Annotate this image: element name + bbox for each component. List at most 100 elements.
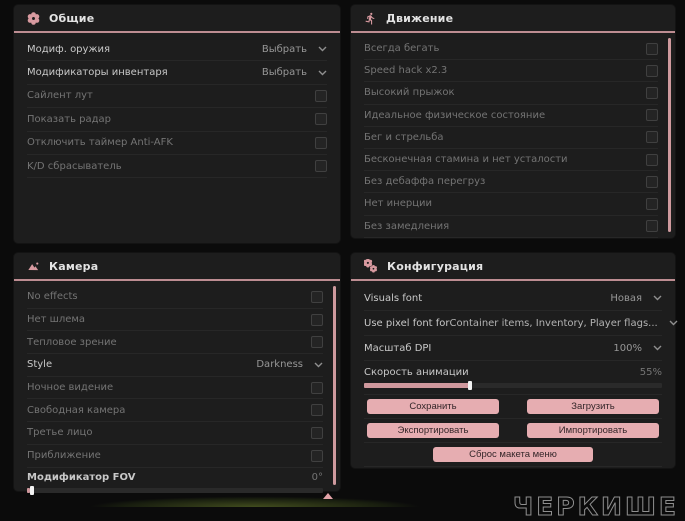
row-weapon-modifier[interactable]: Модиф. оружия Выбрать <box>27 38 327 62</box>
panel-title: Движение <box>386 11 454 25</box>
row-label: Ночное видение <box>27 382 114 394</box>
panel-title: Общие <box>49 11 95 25</box>
row-no-overload-debuff[interactable]: Без дебаффа перегруз <box>364 171 658 194</box>
row-pixel-font[interactable]: Use pixel font for Container items, Inve… <box>364 311 678 336</box>
visuals-font-dropdown[interactable]: Новая <box>610 293 662 304</box>
row-speed-hack[interactable]: Speed hack x2.3 <box>364 60 658 83</box>
infinite-stamina-checkbox[interactable] <box>646 153 658 166</box>
perfect-physical-checkbox[interactable] <box>646 109 658 122</box>
row-no-inertia[interactable]: Нет инерции <box>364 193 658 216</box>
no-slowdown-checkbox[interactable] <box>646 220 658 233</box>
row-label: Без замедления <box>364 220 450 232</box>
row-dpi-scale[interactable]: Масштаб DPI 100% <box>364 336 662 361</box>
row-label: Показать радар <box>27 113 112 125</box>
panel-general-header: Общие <box>14 5 340 31</box>
run-and-shoot-checkbox[interactable] <box>646 131 658 144</box>
row-label: Модификатор FOV <box>27 471 136 483</box>
load-button[interactable]: Загрузить <box>527 399 659 414</box>
night-vision-checkbox[interactable] <box>311 381 323 394</box>
row-label: Нет инерции <box>364 198 433 210</box>
row-zoom[interactable]: Приближение <box>27 445 323 468</box>
row-fov-modifier[interactable]: Модификатор FOV 0° <box>27 469 323 495</box>
chevron-down-icon <box>669 320 678 326</box>
row-no-helmet[interactable]: Нет шлема <box>27 309 323 332</box>
row-silent-loot[interactable]: Сайлент лут <box>27 85 327 109</box>
row-visuals-font[interactable]: Visuals font Новая <box>364 286 662 311</box>
import-button[interactable]: Импортировать <box>527 423 659 438</box>
row-label: Всегда бегать <box>364 43 440 55</box>
row-style[interactable]: Style Darkness <box>27 354 323 377</box>
row-inventory-modifiers[interactable]: Модификаторы инвентаря Выбрать <box>27 61 327 85</box>
row-label: Speed hack x2.3 <box>364 65 448 77</box>
thermal-vision-checkbox[interactable] <box>311 336 323 349</box>
no-effects-checkbox[interactable] <box>311 290 323 303</box>
dropdown-value: Выбрать <box>261 67 307 79</box>
row-label: Модификаторы инвентаря <box>27 67 168 79</box>
row-animation-speed[interactable]: Скорость анимации 55% <box>364 364 662 395</box>
weapon-modifier-dropdown[interactable]: Выбрать <box>262 44 327 55</box>
fov-value: 0° <box>311 471 323 483</box>
row-infinite-stamina[interactable]: Бесконечная стамина и нет усталости <box>364 149 658 172</box>
chevron-down-icon <box>314 362 323 368</box>
export-button[interactable]: Экспортировать <box>367 423 499 438</box>
no-helmet-checkbox[interactable] <box>311 313 323 326</box>
row-no-slowdown[interactable]: Без замедления <box>364 216 658 238</box>
row-third-person[interactable]: Третье лицо <box>27 422 323 445</box>
show-radar-checkbox[interactable] <box>315 113 327 126</box>
panel-config: Конфигурация Visuals font Новая Use pixe… <box>351 253 678 468</box>
anti-afk-checkbox[interactable] <box>315 136 327 149</box>
reset-menu-layout-button[interactable]: Сброс макета меню <box>433 447 593 462</box>
inventory-modifiers-dropdown[interactable]: Выбрать <box>262 67 327 78</box>
row-thermal-vision[interactable]: Тепловое зрение <box>27 331 323 355</box>
row-perfect-physical-state[interactable]: Идеальное физическое состояние <box>364 105 658 127</box>
row-label: No effects <box>27 291 78 303</box>
zoom-checkbox[interactable] <box>311 449 323 462</box>
dropdown-value: Новая <box>610 292 642 304</box>
row-label: Приближение <box>27 450 101 462</box>
row-high-jump[interactable]: Высокий прыжок <box>364 82 658 105</box>
row-label: Свободная камера <box>27 404 126 416</box>
chevron-down-icon <box>318 46 327 52</box>
row-show-radar[interactable]: Показать радар <box>27 108 327 132</box>
row-anti-afk-timer[interactable]: Отключить таймер Anti-AFK <box>27 132 327 155</box>
animation-speed-value: 55% <box>639 367 662 378</box>
high-jump-checkbox[interactable] <box>646 86 658 99</box>
row-kd-resetter[interactable]: K/D сбрасыватель <box>27 155 327 179</box>
chevron-down-icon <box>653 345 662 351</box>
dpi-scale-dropdown[interactable]: 100% <box>613 343 662 354</box>
slider-handle[interactable] <box>29 485 34 495</box>
style-dropdown[interactable]: Darkness <box>256 359 323 370</box>
no-overload-debuff-checkbox[interactable] <box>646 175 658 188</box>
camera-scrollbar[interactable] <box>333 286 336 485</box>
row-always-run[interactable]: Всегда бегать <box>364 38 658 61</box>
row-label: Масштаб DPI <box>364 342 432 354</box>
slider-handle[interactable] <box>468 381 473 390</box>
kd-resetter-checkbox[interactable] <box>315 160 327 173</box>
row-night-vision[interactable]: Ночное видение <box>27 377 323 400</box>
row-run-and-shoot[interactable]: Бег и стрельба <box>364 127 658 149</box>
row-label: K/D сбрасыватель <box>27 160 122 172</box>
panel-title: Камера <box>49 259 99 273</box>
third-person-checkbox[interactable] <box>311 426 323 439</box>
no-inertia-checkbox[interactable] <box>646 197 658 210</box>
movement-scrollbar[interactable] <box>668 38 671 232</box>
row-no-effects[interactable]: No effects <box>27 286 323 309</box>
dropdown-value: 100% <box>613 342 642 354</box>
dropdown-value: Выбрать <box>261 43 307 55</box>
save-button[interactable]: Сохранить <box>367 399 499 414</box>
panel-config-header: Конфигурация <box>351 253 675 279</box>
row-free-camera[interactable]: Свободная камера <box>27 399 323 423</box>
fov-slider[interactable] <box>27 485 323 495</box>
silent-loot-checkbox[interactable] <box>315 89 327 102</box>
always-run-checkbox[interactable] <box>646 42 658 55</box>
scroll-up-arrow-icon <box>323 493 333 499</box>
pixel-font-dropdown[interactable]: Container items, Inventory, Player flags… <box>450 318 678 329</box>
speed-hack-checkbox[interactable] <box>646 64 658 77</box>
row-label: Style <box>27 359 53 371</box>
animation-speed-slider[interactable] <box>364 381 662 390</box>
panel-movement-header: Движение <box>351 5 675 31</box>
chevron-down-icon <box>318 70 327 76</box>
row-label: Нет шлема <box>27 314 86 326</box>
row-label: Сайлент лут <box>27 90 93 102</box>
free-camera-checkbox[interactable] <box>311 404 323 417</box>
